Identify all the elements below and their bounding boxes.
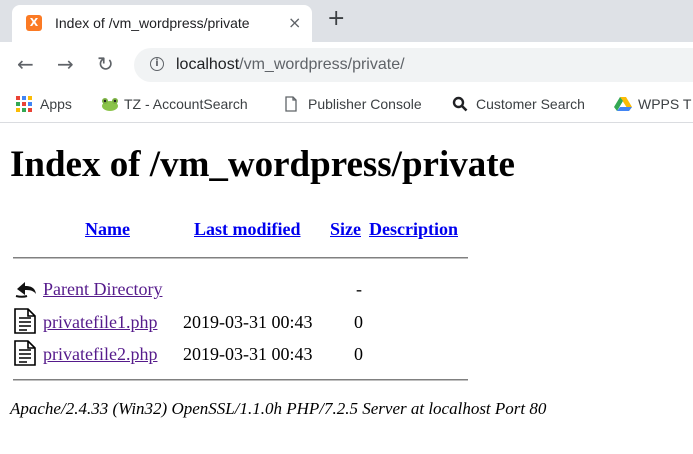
search-icon (452, 96, 468, 112)
tab-strip: X Index of /vm_wordpress/private × + (0, 0, 693, 42)
forward-button[interactable]: → (57, 53, 74, 75)
row-size: 0 (354, 312, 363, 332)
bookmark-customer-search[interactable]: Customer Search (452, 96, 585, 112)
bookmark-label: TZ - AccountSearch (124, 96, 248, 112)
page-icon (284, 96, 300, 112)
server-signature: Apache/2.4.33 (Win32) OpenSSL/1.1.0h PHP… (10, 399, 547, 418)
header-divider (13, 257, 468, 259)
bookmark-publisher-console[interactable]: Publisher Console (284, 96, 422, 112)
close-tab-icon[interactable]: × (288, 13, 301, 32)
bookmark-label: WPPS T (638, 96, 692, 112)
frog-icon (100, 96, 118, 112)
bookmark-apps[interactable]: Apps (16, 96, 72, 112)
info-icon[interactable]: i (150, 57, 164, 71)
row-size: 0 (354, 344, 363, 364)
browser-toolbar: ← → ↻ i localhost/vm_wordpress/private/ (0, 42, 693, 88)
column-name-link[interactable]: Name (85, 219, 130, 240)
apps-grid-icon (16, 96, 32, 112)
bookmark-label: Apps (40, 96, 72, 112)
back-arrow-icon (14, 275, 38, 304)
column-size-link[interactable]: Size (330, 219, 361, 240)
bookmark-wpps[interactable]: WPPS T (614, 96, 691, 112)
column-last-modified-link[interactable]: Last modified (194, 219, 301, 240)
back-button[interactable]: ← (17, 53, 34, 75)
browser-tab[interactable]: X Index of /vm_wordpress/private × (12, 5, 312, 42)
tab-title: Index of /vm_wordpress/private (55, 15, 250, 31)
file-link-privatefile2[interactable]: privatefile2.php (43, 344, 157, 365)
page-heading: Index of /vm_wordpress/private (10, 144, 515, 185)
row-size: - (356, 279, 362, 299)
bookmarks-bar: Apps TZ - AccountSearch Publisher Consol… (0, 88, 693, 123)
address-bar[interactable]: i localhost/vm_wordpress/private/ (134, 48, 693, 82)
bookmark-label: Customer Search (476, 96, 585, 112)
row-last-modified: 2019-03-31 00:43 (183, 312, 313, 332)
footer-divider (13, 379, 468, 381)
new-tab-button[interactable]: + (327, 8, 345, 30)
reload-button[interactable]: ↻ (97, 53, 114, 75)
file-icon (14, 340, 36, 371)
bookmark-tz-accountsearch[interactable]: TZ - AccountSearch (100, 96, 248, 112)
drive-icon (614, 96, 632, 112)
xampp-favicon-icon: X (26, 15, 42, 31)
column-description-link[interactable]: Description (369, 219, 458, 240)
parent-directory-link[interactable]: Parent Directory (43, 279, 162, 300)
file-link-privatefile1[interactable]: privatefile1.php (43, 312, 157, 333)
url-text[interactable]: localhost/vm_wordpress/private/ (176, 56, 405, 74)
row-last-modified: 2019-03-31 00:43 (183, 344, 313, 364)
bookmark-label: Publisher Console (308, 96, 422, 112)
file-icon (14, 308, 36, 339)
